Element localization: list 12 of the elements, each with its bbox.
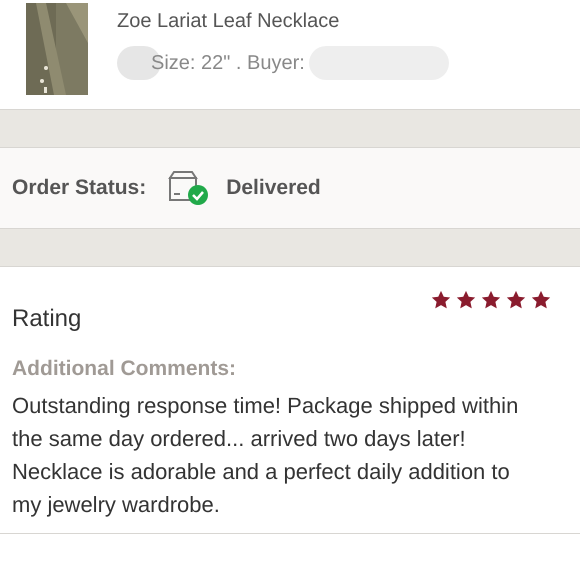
rating-title: Rating <box>12 304 82 334</box>
comments-text: Outstanding response time! Package shipped within the same day ordered... arrived two days later! Necklace is adorable and a perfect daily addition to my jewelry wardrobe. <box>12 392 520 519</box>
comments-label: Additional Comments: <box>12 356 237 382</box>
star-icon <box>530 289 552 311</box>
product-details: Size: 22" . Buyer: <box>151 51 305 76</box>
star-icon <box>455 289 477 311</box>
product-title: Zoe Lariat Leaf Necklace <box>117 9 340 34</box>
order-status-label: Order Status: <box>12 175 146 202</box>
star-icon <box>430 289 452 311</box>
order-status-value: Delivered <box>226 175 321 202</box>
star-icon <box>505 289 527 311</box>
star-icon <box>480 289 502 311</box>
